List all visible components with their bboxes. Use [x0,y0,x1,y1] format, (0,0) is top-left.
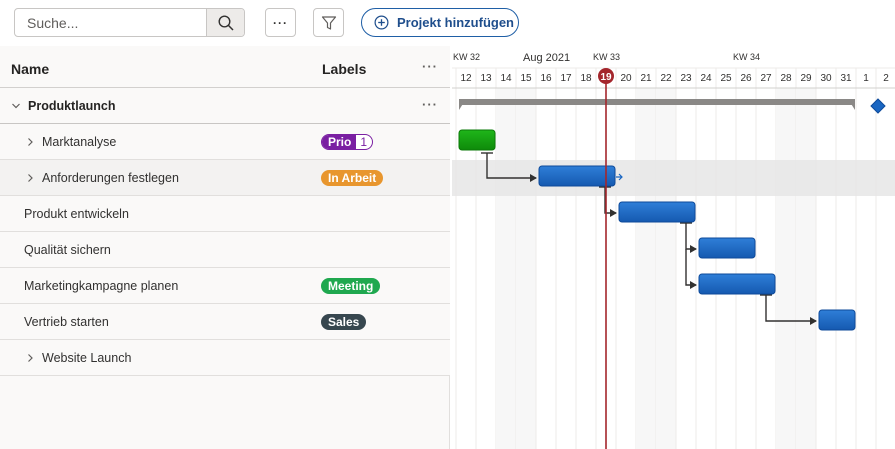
task-name: Produkt entwickeln [24,207,129,221]
day-label: 25 [720,73,732,84]
day-label: 20 [620,73,632,84]
task-bar-marktanalyse[interactable] [458,129,496,151]
weekend-column [656,88,676,449]
weekend-column [796,88,816,449]
toolbar: ··· Projekt hinzufügen [0,0,895,46]
gantt-chart: KW 32 KW 33 KW 34 Aug 2021 12 13 14 15 16 17 18 2… [452,46,895,449]
task-row[interactable]: Qualität sichern [0,232,450,268]
day-label: 30 [820,73,832,84]
day-label: 21 [640,73,652,84]
task-bar-vertrieb-starten[interactable] [818,309,856,331]
task-row[interactable]: Produkt entwickeln [0,196,450,232]
task-row[interactable]: Anforderungen festlegen In Arbeit [0,160,450,196]
group-row-produktlaunch[interactable]: Produktlaunch ··· [0,88,450,124]
filter-icon [321,15,336,30]
more-icon: ··· [273,15,288,30]
task-row[interactable]: Marktanalyse Prio 1 [0,124,450,160]
task-row[interactable]: Website Launch [0,340,450,376]
today-label: 19 [600,72,612,83]
column-header-name[interactable]: Name [11,61,49,77]
more-options-button[interactable]: ··· [265,8,296,37]
month-label: Aug 2021 [523,52,570,64]
task-bar-anforderungen[interactable] [538,165,616,187]
day-label: 23 [680,73,692,84]
day-label: 28 [780,73,792,84]
weekend-column [636,88,656,449]
grid-header: Name Labels ··· [0,46,450,88]
task-name: Vertrieb starten [24,315,109,329]
search-button[interactable] [206,9,244,36]
task-name: Website Launch [42,351,132,365]
label-badge-in-arbeit[interactable]: In Arbeit [321,170,384,186]
label-badge-meeting[interactable]: Meeting [321,278,381,294]
group-menu-icon[interactable]: ··· [422,97,438,112]
search-input[interactable] [15,9,206,36]
milestone-website-launch[interactable] [870,98,886,114]
task-name: Anforderungen festlegen [42,171,179,185]
task-name: Marketingkampagne planen [24,279,179,293]
search-box [14,8,245,37]
day-label: 26 [740,73,752,84]
plus-circle-icon [374,15,389,30]
task-row[interactable]: Marketingkampagne planen Meeting [0,268,450,304]
day-label: 31 [840,73,852,84]
task-row[interactable]: Vertrieb starten Sales [0,304,450,340]
day-label: 12 [460,73,472,84]
week-label: KW 33 [593,52,620,62]
day-label: 22 [660,73,672,84]
task-name: Qualität sichern [24,243,111,257]
task-bar-marketingkampagne[interactable] [698,273,776,295]
day-label: 1 [863,73,869,84]
weekend-column [516,88,536,449]
day-label: 16 [540,73,552,84]
filter-button[interactable] [313,8,344,37]
day-label: 24 [700,73,712,84]
column-menu-icon[interactable]: ··· [422,59,438,74]
label-badge-prio[interactable]: Prio 1 [321,134,374,150]
chevron-down-icon[interactable] [10,100,22,112]
day-label: 18 [580,73,592,84]
label-badge-sales[interactable]: Sales [321,314,367,330]
column-header-labels[interactable]: Labels [322,61,366,77]
chevron-right-icon[interactable] [24,136,36,148]
search-icon [217,14,234,31]
gantt-canvas: KW 32 KW 33 KW 34 Aug 2021 12 13 14 15 16 17 18 2… [452,52,895,449]
day-label: 17 [560,73,572,84]
day-label: 27 [760,73,772,84]
day-label: 2 [883,73,889,84]
week-label: KW 32 [453,52,480,62]
add-project-button[interactable]: Projekt hinzufügen [361,8,519,37]
weekend-column [776,88,796,449]
day-label: 13 [480,73,492,84]
day-label: 29 [800,73,812,84]
task-bar-qualitaet-sichern[interactable] [698,237,756,259]
chevron-right-icon[interactable] [24,352,36,364]
task-bar-produkt-entwickeln[interactable] [618,201,696,223]
label-text: Prio [322,135,357,149]
task-name: Marktanalyse [42,135,117,149]
day-label: 15 [520,73,532,84]
week-label: KW 34 [733,52,760,62]
label-count: 1 [360,135,368,149]
dependency-line [685,249,697,289]
chevron-right-icon[interactable] [24,172,36,184]
weekend-column [496,88,516,449]
day-label: 14 [500,73,512,84]
group-name: Produktlaunch [28,99,116,113]
dependency-line [685,223,697,253]
add-project-label: Projekt hinzufügen [397,15,514,30]
task-grid: Name Labels ··· Produktlaunch ··· Markta… [0,46,450,449]
